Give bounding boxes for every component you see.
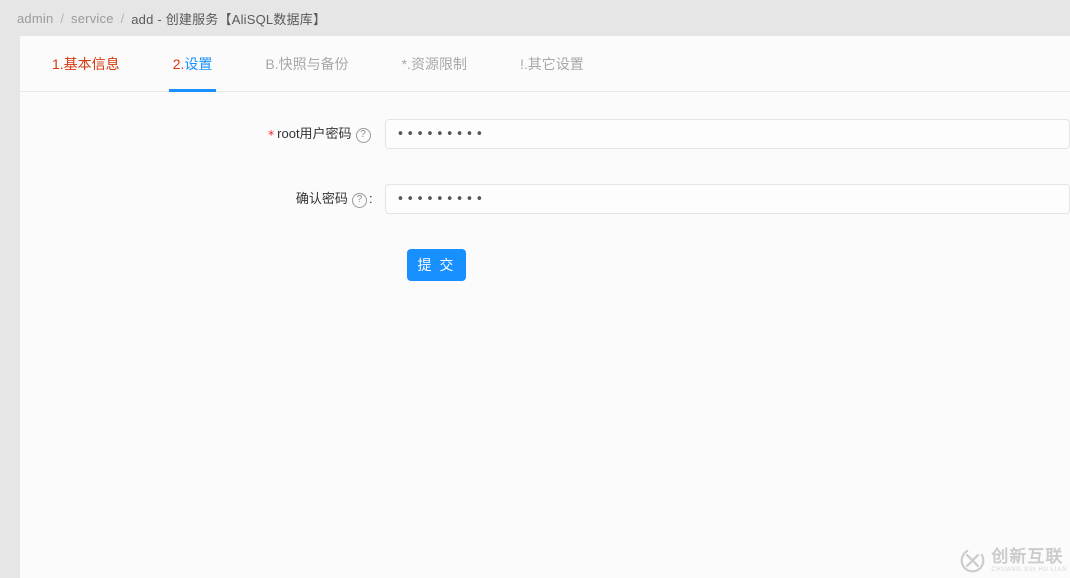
tab-settings[interactable]: 2.设置: [168, 36, 217, 92]
confirm-password-label-suffix: :: [368, 191, 373, 206]
form-actions: 提 交: [20, 249, 1070, 281]
breadcrumb-current-page: add - 创建服务【AliSQL数据库】: [131, 11, 327, 27]
tab-settings-label: 设置: [184, 56, 213, 72]
form-row-root-password: * root用户密码?: [20, 119, 1070, 149]
watermark-subtitle: CHUANG XIN HU LIAN: [991, 566, 1067, 573]
watermark-text-block: 创新互联 CHUANG XIN HU LIAN: [991, 546, 1067, 574]
required-asterisk-icon: *: [268, 127, 275, 142]
help-question-icon[interactable]: ?: [355, 128, 371, 143]
tab-bar: 1.基本信息 2.设置 B.快照与备份 *.资源限制 !.其它设置: [20, 36, 1070, 92]
breadcrumb-separator: /: [120, 10, 125, 26]
content-panel: 1.基本信息 2.设置 B.快照与备份 *.资源限制 !.其它设置 * root用…: [20, 36, 1070, 578]
cx-logo-icon: [961, 548, 985, 573]
confirm-password-label-text: 确认密码: [295, 191, 348, 206]
root-password-label-text: root用户密码: [277, 126, 352, 141]
tab-other-settings[interactable]: !.其它设置: [516, 36, 588, 92]
form-row-confirm-password: 确认密码?:: [20, 184, 1070, 214]
form-actions-spacer: [20, 249, 407, 281]
tab-snapshot-backup[interactable]: B.快照与备份: [261, 36, 352, 92]
tab-settings-number: 2.: [172, 56, 185, 72]
watermark-title: 创新互联: [991, 546, 1064, 566]
submit-button[interactable]: 提 交: [407, 249, 466, 281]
breadcrumb-separator: /: [60, 10, 65, 26]
tab-resource-limit[interactable]: *.资源限制: [398, 36, 471, 92]
root-password-input[interactable]: [384, 119, 1070, 149]
tab-basic-info[interactable]: 1.基本信息: [48, 36, 124, 92]
breadcrumb: admin / service / add - 创建服务【AliSQL数据库】: [0, 0, 1070, 36]
help-question-icon[interactable]: ?: [351, 193, 367, 208]
breadcrumb-item-admin[interactable]: admin: [17, 11, 53, 26]
root-password-label: * root用户密码?: [20, 119, 385, 150]
confirm-password-input[interactable]: [384, 184, 1070, 214]
watermark: 创新互联 CHUANG XIN HU LIAN: [959, 547, 1067, 574]
settings-form: *root用户密码? 确认密码?: 提 交: [20, 92, 1070, 281]
confirm-password-label: 确认密码?:: [20, 184, 385, 214]
breadcrumb-item-service[interactable]: service: [71, 11, 114, 26]
